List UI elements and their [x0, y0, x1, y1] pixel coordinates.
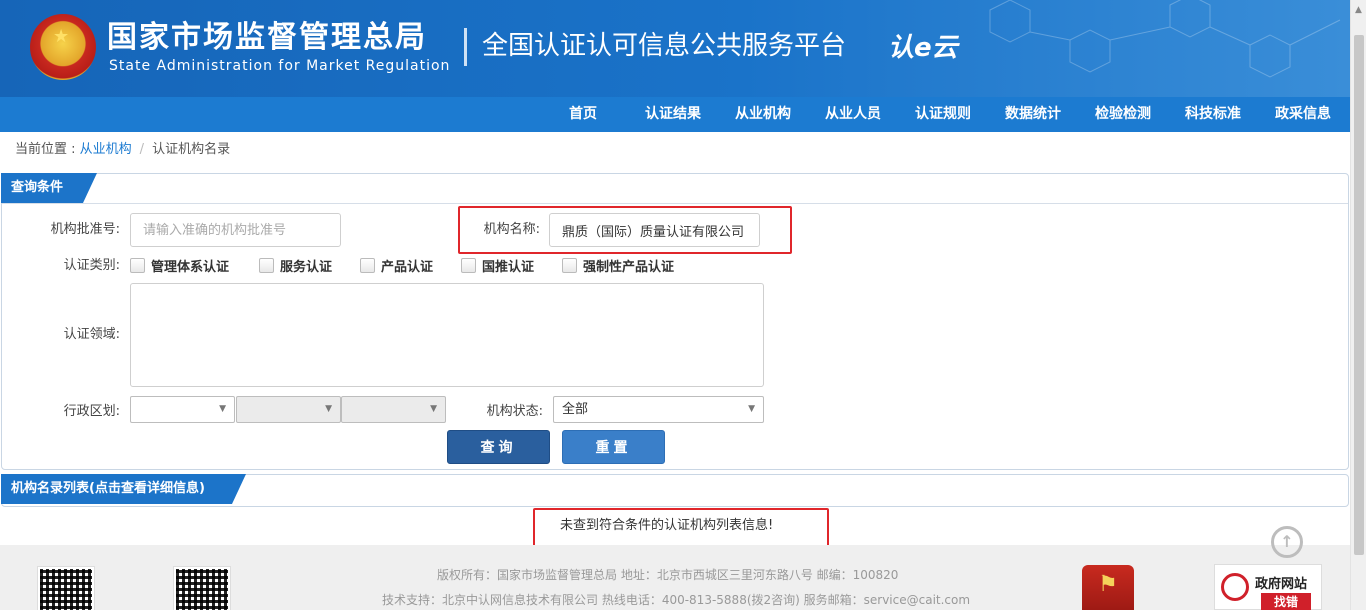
cert-field-label: 认证领域: [63, 327, 120, 342]
org-name-highlight-box [458, 206, 792, 254]
renyun-logo: 认e云 [888, 33, 958, 63]
party-organization-badge-icon[interactable]: ⚑ [1082, 565, 1134, 610]
chevron-down-icon: ▼ [430, 404, 437, 414]
breadcrumb-link-institutions[interactable]: 从业机构 [80, 142, 132, 157]
region-city-select[interactable]: ▼ [236, 396, 341, 423]
chevron-down-icon: ▼ [325, 404, 332, 414]
nav-item-statistics[interactable]: 数据统计 [997, 97, 1069, 132]
nav-item-institutions[interactable]: 从业机构 [727, 97, 799, 132]
chevron-down-icon: ▼ [748, 404, 755, 414]
breadcrumb: 当前位置 : 从业机构 / 认证机构名录 [15, 141, 230, 159]
site-footer: 版权所有：国家市场监督管理总局 地址：北京市西城区三里河东路八号 邮编：1008… [0, 545, 1350, 610]
site-header: ★ 国家市场监督管理总局 State Administration for Ma… [0, 0, 1350, 97]
query-panel-title: 查询条件 [1, 173, 97, 203]
region-province-select[interactable]: ▼ [130, 396, 235, 423]
chevron-down-icon: ▼ [219, 404, 226, 414]
status-label: 机构状态: [486, 404, 543, 419]
approval-no-label: 机构批准号: [50, 222, 120, 237]
approval-no-input[interactable] [130, 213, 341, 247]
site-title-en: State Administration for Market Regulati… [109, 58, 451, 74]
empty-message-highlight-box [533, 508, 829, 549]
checkbox-compulsory-product-cert[interactable]: 强制性产品认证 [562, 256, 674, 275]
nav-item-standards[interactable]: 科技标准 [1177, 97, 1249, 132]
status-select[interactable]: 全部 ▼ [553, 396, 764, 423]
nav-item-procurement[interactable]: 政采信息 [1267, 97, 1339, 132]
scrollbar-thumb[interactable] [1354, 35, 1364, 555]
nav-item-cert-rules[interactable]: 认证规则 [907, 97, 979, 132]
national-emblem-icon: ★ [30, 14, 96, 80]
header-divider [464, 28, 467, 66]
result-panel: 机构名录列表(点击查看详细信息) [1, 474, 1349, 507]
query-panel-header: 查询条件 [2, 174, 1348, 204]
qr-code-icon [37, 566, 95, 610]
result-panel-header: 机构名录列表(点击查看详细信息) [2, 475, 1348, 505]
page-scrollbar[interactable]: ▲ [1350, 0, 1366, 610]
region-label: 行政区划: [63, 404, 120, 419]
nav-item-cert-results[interactable]: 认证结果 [637, 97, 709, 132]
site-title-cn: 国家市场监督管理总局 [107, 20, 427, 55]
checkbox-national-promoted-cert[interactable]: 国推认证 [461, 256, 534, 275]
platform-title: 全国认证认可信息公共服务平台 [482, 31, 847, 61]
back-to-top-icon[interactable]: ↑ [1271, 526, 1303, 558]
result-panel-title: 机构名录列表(点击查看详细信息) [1, 474, 246, 504]
checkbox-icon[interactable] [562, 258, 577, 273]
checkbox-icon[interactable] [360, 258, 375, 273]
footer-tech-support: 技术支持：北京中认网信息技术有限公司 热线电话：400-813-5888(拨2咨… [382, 593, 971, 607]
breadcrumb-current: 认证机构名录 [152, 142, 231, 157]
reset-button[interactable]: 重置 [562, 430, 665, 464]
breadcrumb-prefix: 当前位置 : [15, 142, 80, 157]
checkbox-icon[interactable] [461, 258, 476, 273]
gov-website-error-report-badge[interactable]: 政府网站 找错 [1214, 564, 1322, 610]
footer-copyright: 版权所有：国家市场监督管理总局 地址：北京市西城区三里河东路八号 邮编：1008… [437, 568, 899, 582]
main-nav: 首页 认证结果 从业机构 从业人员 认证规则 数据统计 检验检测 科技标准 政采… [0, 97, 1350, 132]
nav-item-home[interactable]: 首页 [553, 97, 613, 132]
cert-type-label: 认证类别: [63, 258, 120, 273]
checkbox-icon[interactable] [259, 258, 274, 273]
region-district-select[interactable]: ▼ [341, 396, 446, 423]
checkbox-product-cert[interactable]: 产品认证 [360, 256, 433, 275]
nav-item-personnel[interactable]: 从业人员 [817, 97, 889, 132]
checkbox-service-cert[interactable]: 服务认证 [259, 256, 332, 275]
checkbox-management-system[interactable]: 管理体系认证 [130, 256, 229, 275]
cert-field-textarea[interactable] [130, 283, 764, 387]
breadcrumb-separator: / [139, 142, 145, 157]
query-button[interactable]: 查询 [447, 430, 550, 464]
checkbox-icon[interactable] [130, 258, 145, 273]
scroll-up-arrow-icon[interactable]: ▲ [1355, 5, 1362, 15]
nav-item-inspection[interactable]: 检验检测 [1087, 97, 1159, 132]
qr-code-icon [173, 566, 231, 610]
magnifier-icon [1221, 573, 1249, 601]
